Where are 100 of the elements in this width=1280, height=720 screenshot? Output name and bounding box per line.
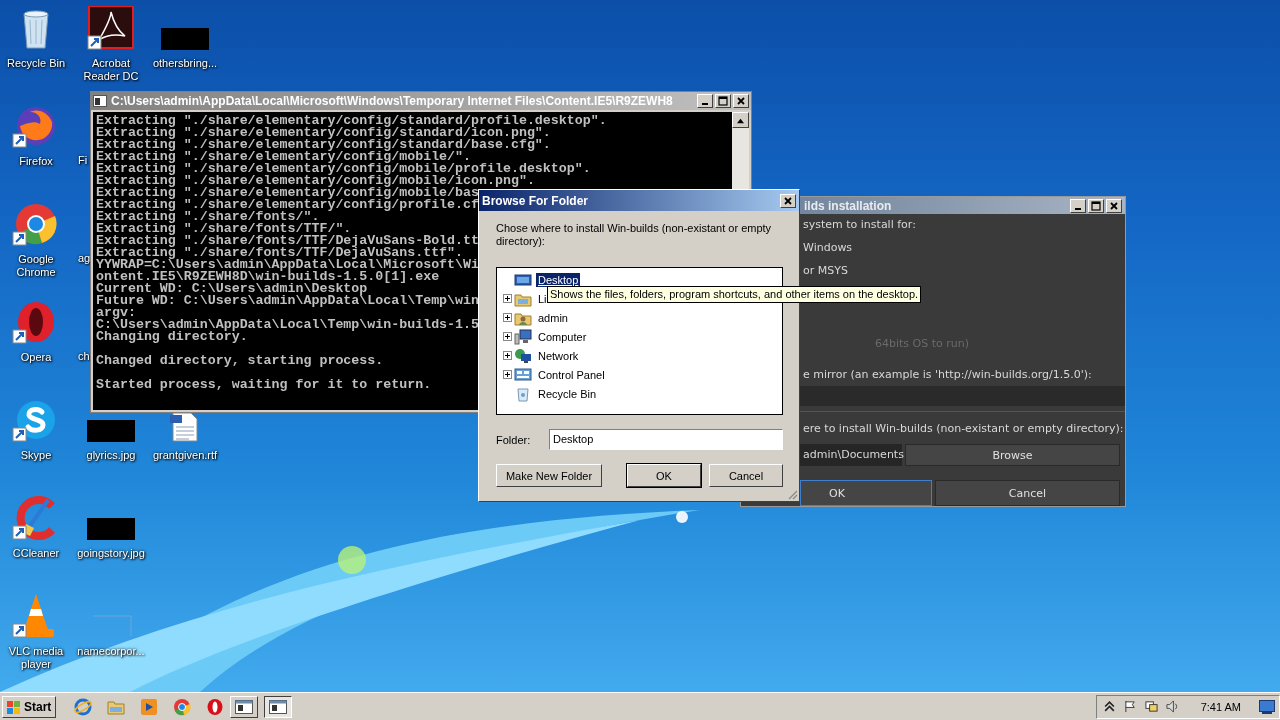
browse-button[interactable]: Browse: [905, 444, 1120, 466]
clock[interactable]: 7:41 AM: [1200, 700, 1241, 713]
close-button[interactable]: [1106, 198, 1122, 213]
maximize-button[interactable]: [715, 94, 731, 108]
console-line: Extracting "./share/fonts/TTF/".: [96, 223, 352, 235]
flag-icon[interactable]: [1123, 700, 1137, 713]
prompt-text: Chose where to install Win-builds (non-existant or empty directory):: [496, 222, 773, 248]
network-icon[interactable]: [1144, 700, 1158, 713]
ok-button[interactable]: OK: [627, 464, 701, 487]
windows-flag-icon: [6, 698, 22, 715]
up-arrow-icon: [736, 116, 745, 124]
pdf-reader-icon[interactable]: [87, 6, 135, 50]
media-player-icon[interactable]: [140, 697, 159, 716]
close-button[interactable]: [780, 193, 796, 208]
maximize-icon: [1091, 200, 1101, 211]
console-icon: [93, 95, 107, 107]
maximize-button[interactable]: [1088, 198, 1104, 213]
close-button[interactable]: [733, 94, 749, 108]
radio-label[interactable]: Windows: [803, 241, 1125, 255]
console-line: Started process, waiting for it to return.: [96, 379, 432, 391]
trash-bin-icon: [514, 385, 532, 402]
expand-icon[interactable]: [503, 332, 512, 341]
icon-label[interactable]: Fi: [78, 154, 88, 167]
expand-icon[interactable]: [503, 370, 512, 379]
window-title: C:\Users\admin\AppData\Local\Microsoft\Windows\Temporary Internet Files\Content.IE5\R9ZEWH8: [111, 94, 674, 108]
cancel-button[interactable]: Cancel: [709, 464, 783, 487]
radio-label[interactable]: or MSYS: [803, 264, 1125, 278]
tree-item[interactable]: Recycle Bin: [536, 386, 599, 401]
tooltip: Shows the files, folders, program shortcuts, and other items on the desktop.: [547, 286, 922, 303]
globe-monitor-icon: [514, 347, 532, 364]
console-line: Extracting "./share/elementary/config/mobile/bas: [96, 187, 479, 199]
close-icon: [783, 195, 793, 206]
tree-item[interactable]: admin: [536, 310, 570, 325]
cancel-button[interactable]: Cancel: [935, 480, 1120, 506]
speaker-icon[interactable]: [1165, 700, 1179, 713]
console-line: C:\Users\admin\AppData\Local\Temp\win-builds-1.5: [96, 319, 479, 331]
icon-label[interactable]: grantgiven.rtf: [150, 449, 220, 462]
icon-label[interactable]: glyrics.jpg: [76, 449, 146, 462]
ok-button[interactable]: OK: [800, 480, 932, 506]
console-line: Future WD: C:\Users\admin\AppData\Local\Temp\win: [96, 295, 479, 307]
prompt-text: system to install for:: [803, 218, 917, 232]
maximize-icon: [718, 96, 728, 106]
window-button[interactable]: [264, 695, 293, 718]
icon-label[interactable]: Google Chrome: [1, 253, 71, 279]
icon-label[interactable]: Firefox: [1, 155, 71, 168]
folder-field[interactable]: Desktop: [549, 429, 783, 450]
minimize-button[interactable]: [1070, 198, 1086, 213]
browser-icon[interactable]: [12, 202, 60, 246]
console-line: Extracting "./share/elementary/config/mobile/icon.png".: [96, 175, 535, 187]
tree-item[interactable]: Control Panel: [536, 367, 607, 382]
expand-icon[interactable]: [503, 351, 512, 360]
tree-item[interactable]: Network: [536, 348, 581, 363]
console-line: Extracting "./share/fonts/TTF/DejaVuSans.ttf".: [96, 247, 464, 259]
scroll-up-button[interactable]: [732, 112, 749, 128]
prompt-text: ere to install Win-builds (non-existant or empty directory):: [803, 422, 1125, 436]
console-line: Current WD: C:\Users\admin\Desktop: [96, 283, 368, 295]
console-line: Extracting "./share/fonts/TTF/DejaVuSans-Bold.tt: [96, 235, 479, 247]
console-line: Extracting "./share/elementary/config/standard/profile.desktop".: [96, 115, 607, 127]
chevron-up-icon[interactable]: [1102, 700, 1116, 713]
minimize-icon: [702, 103, 708, 105]
dialog-title: Browse For Folder: [482, 193, 589, 208]
icon-label[interactable]: Opera: [1, 351, 71, 364]
console-line: Extracting "./share/elementary/config/mobile/profile.desktop".: [96, 163, 591, 175]
icon-label[interactable]: Skype: [1, 449, 71, 462]
window-title: ilds installation: [804, 198, 893, 213]
window-icon: [235, 699, 254, 714]
console-line: Extracting "./share/elementary/config/profile.cf: [96, 199, 479, 211]
prompt-text: e mirror (an example is 'http://win-builds.org/1.5.0'):: [803, 368, 1093, 382]
console-line: Extracting "./share/elementary/config/mobile/".: [96, 151, 472, 163]
icon-label[interactable]: ag: [78, 252, 91, 265]
field-label: Folder:: [496, 433, 532, 446]
control-panel-icon: [514, 366, 532, 383]
directory-field[interactable]: admin\Documents: [800, 444, 902, 466]
close-icon: [736, 96, 746, 106]
new-folder-button[interactable]: Make New Folder: [496, 464, 602, 487]
window-icon: [269, 699, 288, 714]
expand-icon[interactable]: [503, 313, 512, 322]
console-line: Changed directory, starting process.: [96, 355, 384, 367]
tree-item[interactable]: Computer: [536, 329, 589, 344]
start-button[interactable]: Start: [2, 695, 57, 718]
tree-item[interactable]: Li: [536, 291, 549, 306]
icon-label[interactable]: Recycle Bin: [1, 57, 71, 70]
console-line: Changing directory.: [96, 331, 248, 343]
minimize-icon: [1075, 207, 1081, 210]
resize-grip[interactable]: [786, 488, 798, 500]
console-line: YYWRAP=C:\Users\admin\AppData\Local\Microsoft\Wi: [96, 259, 479, 271]
close-icon: [1109, 200, 1119, 211]
icon-label[interactable]: ch: [78, 350, 90, 363]
minimize-button[interactable]: [697, 94, 713, 108]
icon-label[interactable]: Acrobat Reader DC: [76, 57, 146, 83]
console-line: Extracting "./share/fonts/".: [96, 211, 320, 223]
monitor-icon: [514, 328, 532, 345]
expand-icon[interactable]: [503, 294, 512, 303]
show-desktop-icon[interactable]: [1259, 699, 1275, 714]
console-line: Extracting "./share/elementary/config/standard/icon.png".: [96, 127, 551, 139]
mirror-field[interactable]: [799, 386, 1125, 406]
tree-item[interactable]: Desktop: [536, 272, 581, 287]
icon-label[interactable]: othersbring...: [150, 57, 220, 70]
monitor-icon: [514, 271, 532, 288]
console-line: ontent.IE5\R9ZEWH8D\win-builds-1.5.0[1].exe: [96, 271, 440, 283]
